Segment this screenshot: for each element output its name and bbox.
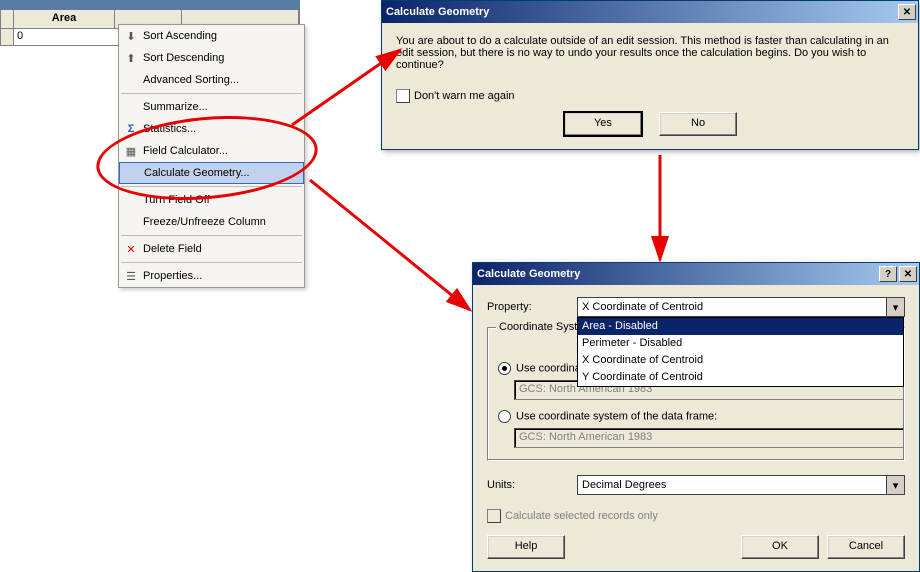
cs-frame-field: GCS: North American 1983 (514, 428, 904, 448)
menu-advanced-sorting[interactable]: Advanced Sorting... (119, 69, 304, 91)
menu-freeze-column[interactable]: Freeze/Unfreeze Column (119, 211, 304, 233)
units-combobox[interactable]: Decimal Degrees ▾ (577, 475, 905, 495)
dont-warn-checkbox[interactable]: Don't warn me again (396, 90, 515, 102)
property-combobox[interactable]: X Coordinate of Centroid ▾ (577, 297, 905, 317)
selected-records-checkbox: Calculate selected records only (487, 510, 658, 522)
menu-sort-ascending[interactable]: ⬇ Sort Ascending (119, 25, 304, 47)
menu-field-calculator[interactable]: ▦ Field Calculator... (119, 140, 304, 162)
properties-icon: ☰ (119, 270, 143, 283)
calculate-geometry-dialog: Calculate Geometry ? ✕ Property: X Coord… (472, 262, 920, 572)
column-header-area[interactable]: Area (14, 10, 115, 28)
warning-message: You are about to do a calculate outside … (396, 35, 904, 71)
help-button[interactable]: Help (487, 535, 565, 559)
option-y-centroid[interactable]: Y Coordinate of Centroid (578, 369, 903, 386)
menu-summarize[interactable]: Summarize... (119, 96, 304, 118)
no-button[interactable]: No (659, 112, 737, 136)
sigma-icon: Σ (119, 123, 143, 135)
help-titlebar-button[interactable]: ? (879, 266, 897, 282)
option-perimeter[interactable]: Perimeter - Disabled (578, 335, 903, 352)
delete-icon: ✕ (119, 243, 143, 256)
cell-area-value: 0 (14, 29, 121, 45)
close-button[interactable]: ✕ (898, 4, 916, 20)
combobox-arrow-icon[interactable]: ▾ (886, 297, 905, 317)
menu-properties[interactable]: ☰ Properties... (119, 265, 304, 287)
dialog-title: Calculate Geometry (386, 6, 896, 18)
sort-descending-icon: ⬆ (119, 52, 143, 65)
combobox-arrow-icon[interactable]: ▾ (886, 475, 905, 495)
field-context-menu: ⬇ Sort Ascending ⬆ Sort Descending Advan… (118, 24, 305, 288)
menu-sort-descending[interactable]: ⬆ Sort Descending (119, 47, 304, 69)
yes-button[interactable]: Yes (563, 111, 643, 137)
row-selector[interactable] (1, 29, 14, 45)
menu-statistics[interactable]: Σ Statistics... (119, 118, 304, 140)
warning-dialog: Calculate Geometry ✕ You are about to do… (381, 0, 919, 150)
radio-data-frame[interactable]: Use coordinate system of the data frame: (498, 410, 894, 423)
property-label: Property: (487, 301, 577, 313)
option-x-centroid[interactable]: X Coordinate of Centroid (578, 352, 903, 369)
property-dropdown: Area - Disabled Perimeter - Disabled X C… (577, 317, 904, 387)
ok-button[interactable]: OK (741, 535, 819, 559)
menu-delete-field[interactable]: ✕ Delete Field (119, 238, 304, 260)
close-button[interactable]: ✕ (899, 266, 917, 282)
sort-ascending-icon: ⬇ (119, 30, 143, 43)
menu-turn-field-off[interactable]: Turn Field Off (119, 189, 304, 211)
units-label: Units: (487, 479, 577, 491)
dialog-title: Calculate Geometry (477, 268, 877, 280)
calculator-icon: ▦ (119, 145, 143, 158)
menu-calculate-geometry[interactable]: Calculate Geometry... (119, 162, 304, 184)
option-area[interactable]: Area - Disabled (578, 318, 903, 335)
cancel-button[interactable]: Cancel (827, 535, 905, 559)
